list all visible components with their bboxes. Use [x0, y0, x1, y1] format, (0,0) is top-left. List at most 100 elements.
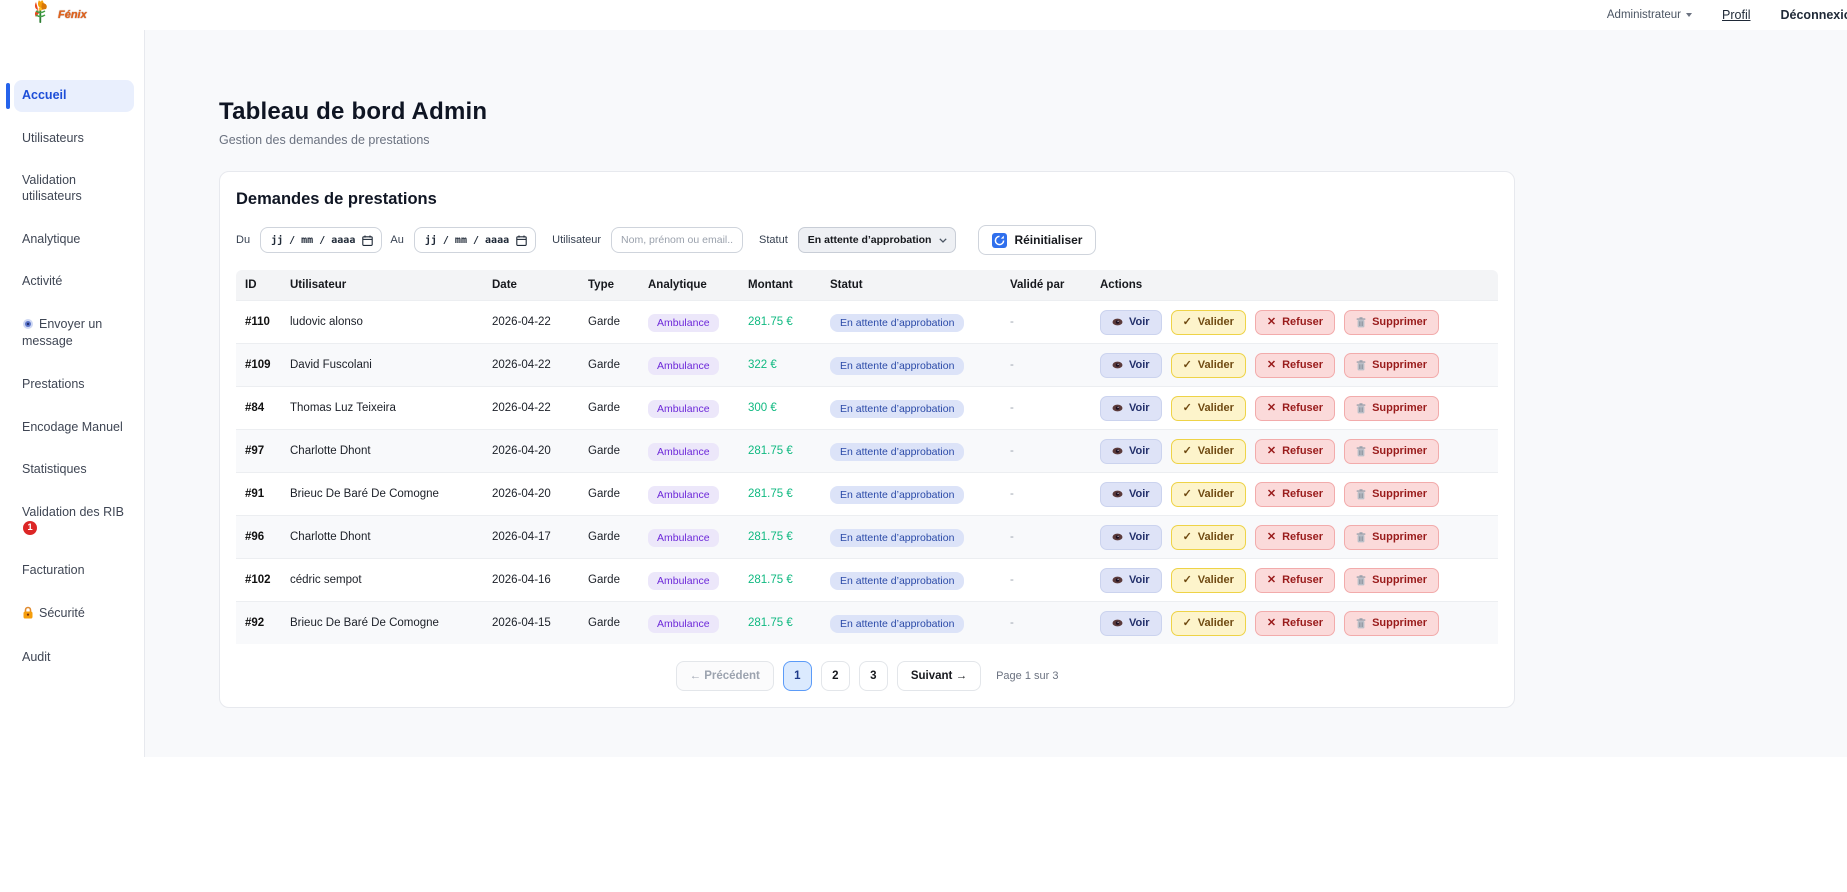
- previous-page-button[interactable]: ← Précédent: [675, 661, 774, 691]
- refuser-button[interactable]: ✕ Refuser: [1254, 567, 1336, 593]
- valider-button[interactable]: ✓ Valider: [1170, 567, 1246, 593]
- analytique-badge: Ambulance: [648, 528, 719, 547]
- valider-button[interactable]: ✓ Valider: [1170, 610, 1246, 636]
- table-row: #109 David Fuscolani 2026-04-22 Garde Am…: [236, 343, 1498, 386]
- voir-button[interactable]: Voir: [1100, 524, 1162, 550]
- next-page-button[interactable]: Suivant →: [896, 661, 982, 691]
- logout-button[interactable]: Déconnexion: [1781, 8, 1847, 22]
- refuser-button[interactable]: ✕ Refuser: [1254, 481, 1336, 507]
- cell-type: Garde: [588, 488, 620, 500]
- valider-button[interactable]: ✓ Valider: [1170, 438, 1246, 464]
- column-header: Validé par: [1010, 279, 1065, 291]
- eye-icon: [1112, 361, 1123, 369]
- supprimer-button[interactable]: Supprimer: [1344, 438, 1440, 464]
- sidebar-item-label: Utilisateurs: [22, 130, 84, 145]
- sidebar-item-facturation[interactable]: Facturation: [14, 555, 134, 587]
- voir-button[interactable]: Voir: [1100, 352, 1162, 378]
- page-button-2[interactable]: 2: [820, 661, 850, 691]
- voir-button[interactable]: Voir: [1100, 481, 1162, 507]
- date-from-input[interactable]: jj / mm / aaaa: [260, 227, 383, 253]
- check-icon: ✓: [1182, 573, 1192, 586]
- table-row: #102 cédric sempot 2026-04-16 Garde Ambu…: [236, 558, 1498, 601]
- supprimer-button[interactable]: Supprimer: [1344, 524, 1440, 550]
- supprimer-button[interactable]: Supprimer: [1344, 395, 1440, 421]
- user-search-input[interactable]: [611, 227, 744, 253]
- refuser-button[interactable]: ✕ Refuser: [1254, 610, 1336, 636]
- supprimer-label: Supprimer: [1372, 359, 1428, 371]
- cell-type: Garde: [588, 445, 620, 457]
- app-logo[interactable]: Fénix: [26, 0, 87, 32]
- x-icon: ✕: [1266, 358, 1277, 371]
- refuser-button[interactable]: ✕ Refuser: [1254, 309, 1336, 335]
- lock-icon: [22, 606, 34, 624]
- voir-button[interactable]: Voir: [1100, 610, 1162, 636]
- column-header: Montant: [748, 279, 793, 291]
- app-shell: Accueil Utilisateurs Validation utilisat…: [0, 30, 1847, 757]
- profil-link[interactable]: Profil: [1722, 8, 1750, 22]
- cell-montant: 281.75 €: [748, 617, 793, 629]
- refuser-button[interactable]: ✕ Refuser: [1254, 395, 1336, 421]
- valider-button[interactable]: ✓ Valider: [1170, 524, 1246, 550]
- reset-filters-button[interactable]: Réinitialiser: [978, 225, 1097, 255]
- sidebar-item-label: Facturation: [22, 563, 85, 578]
- cell-valide-par: -: [1010, 488, 1014, 500]
- date-to-placeholder: jj / mm / aaaa: [424, 234, 510, 246]
- voir-button[interactable]: Voir: [1100, 309, 1162, 335]
- sidebar-item-validation-des-rib[interactable]: Validation des RIB1: [14, 497, 134, 544]
- cell-type: Garde: [588, 574, 620, 586]
- admin-user-menu[interactable]: Administrateur: [1607, 9, 1693, 21]
- sidebar-item-prestations[interactable]: Prestations: [14, 369, 134, 401]
- trash-icon: [1356, 574, 1366, 585]
- sidebar-item-encodage-manuel[interactable]: Encodage Manuel: [14, 412, 134, 444]
- sidebar-item-analytique[interactable]: Analytique: [14, 224, 134, 256]
- sidebar-item-validation-utilisateurs[interactable]: Validation utilisateurs: [14, 165, 134, 212]
- voir-button[interactable]: Voir: [1100, 395, 1162, 421]
- sidebar-item-label: Validation des RIB: [22, 504, 124, 519]
- cell-valide-par: -: [1010, 445, 1014, 457]
- cell-montant: 281.75 €: [748, 445, 793, 457]
- date-to-input[interactable]: jj / mm / aaaa: [413, 227, 537, 253]
- valider-button[interactable]: ✓ Valider: [1170, 481, 1246, 507]
- sidebar-item-label: Statistiques: [22, 462, 87, 477]
- cell-montant: 281.75 €: [748, 574, 793, 586]
- phoenix-logo-icon: [26, 0, 56, 32]
- sidebar-item-s-curit-[interactable]: Sécurité: [14, 598, 134, 632]
- page-button-3[interactable]: 3: [858, 661, 888, 691]
- table-row: #110 ludovic alonso 2026-04-22 Garde Amb…: [236, 300, 1498, 343]
- analytique-badge: Ambulance: [648, 356, 719, 375]
- sidebar-item-activit-[interactable]: Activité: [14, 266, 134, 298]
- prestations-card: Demandes de prestations Du jj / mm / aaa…: [219, 171, 1515, 708]
- sidebar-item-utilisateurs[interactable]: Utilisateurs: [14, 123, 134, 155]
- page-button-1[interactable]: 1: [782, 661, 812, 691]
- send-message-icon: [22, 318, 34, 335]
- column-header: Utilisateur: [290, 279, 347, 291]
- date-from-label: Du: [236, 234, 251, 246]
- supprimer-button[interactable]: Supprimer: [1344, 352, 1440, 378]
- supprimer-button[interactable]: Supprimer: [1344, 567, 1440, 593]
- cell-montant: 281.75 €: [748, 316, 793, 328]
- chevron-down-icon: [939, 237, 948, 243]
- x-icon: ✕: [1266, 315, 1277, 328]
- supprimer-button[interactable]: Supprimer: [1344, 481, 1440, 507]
- top-bar: Fénix Administrateur Profil Déconnexion: [0, 0, 1847, 30]
- analytique-badge: Ambulance: [648, 485, 719, 504]
- valider-button[interactable]: ✓ Valider: [1170, 395, 1246, 421]
- statut-select[interactable]: En attente d’approbation: [797, 227, 957, 253]
- row-actions: Voir ✓ Valider ✕ Refuser Supprimer: [1100, 352, 1498, 378]
- refuser-label: Refuser: [1282, 617, 1324, 629]
- voir-button[interactable]: Voir: [1100, 438, 1162, 464]
- voir-label: Voir: [1129, 316, 1150, 328]
- supprimer-button[interactable]: Supprimer: [1344, 309, 1440, 335]
- refuser-button[interactable]: ✕ Refuser: [1254, 352, 1336, 378]
- statut-badge: En attente d’approbation: [830, 571, 965, 590]
- valider-button[interactable]: ✓ Valider: [1170, 309, 1246, 335]
- valider-button[interactable]: ✓ Valider: [1170, 352, 1246, 378]
- refuser-button[interactable]: ✕ Refuser: [1254, 524, 1336, 550]
- refuser-button[interactable]: ✕ Refuser: [1254, 438, 1336, 464]
- sidebar-item-accueil[interactable]: Accueil: [6, 80, 134, 112]
- sidebar-item-envoyer-un-message[interactable]: Envoyer un message: [14, 309, 134, 358]
- voir-button[interactable]: Voir: [1100, 567, 1162, 593]
- supprimer-button[interactable]: Supprimer: [1344, 610, 1440, 636]
- sidebar-item-audit[interactable]: Audit: [14, 642, 134, 674]
- sidebar-item-statistiques[interactable]: Statistiques: [14, 454, 134, 486]
